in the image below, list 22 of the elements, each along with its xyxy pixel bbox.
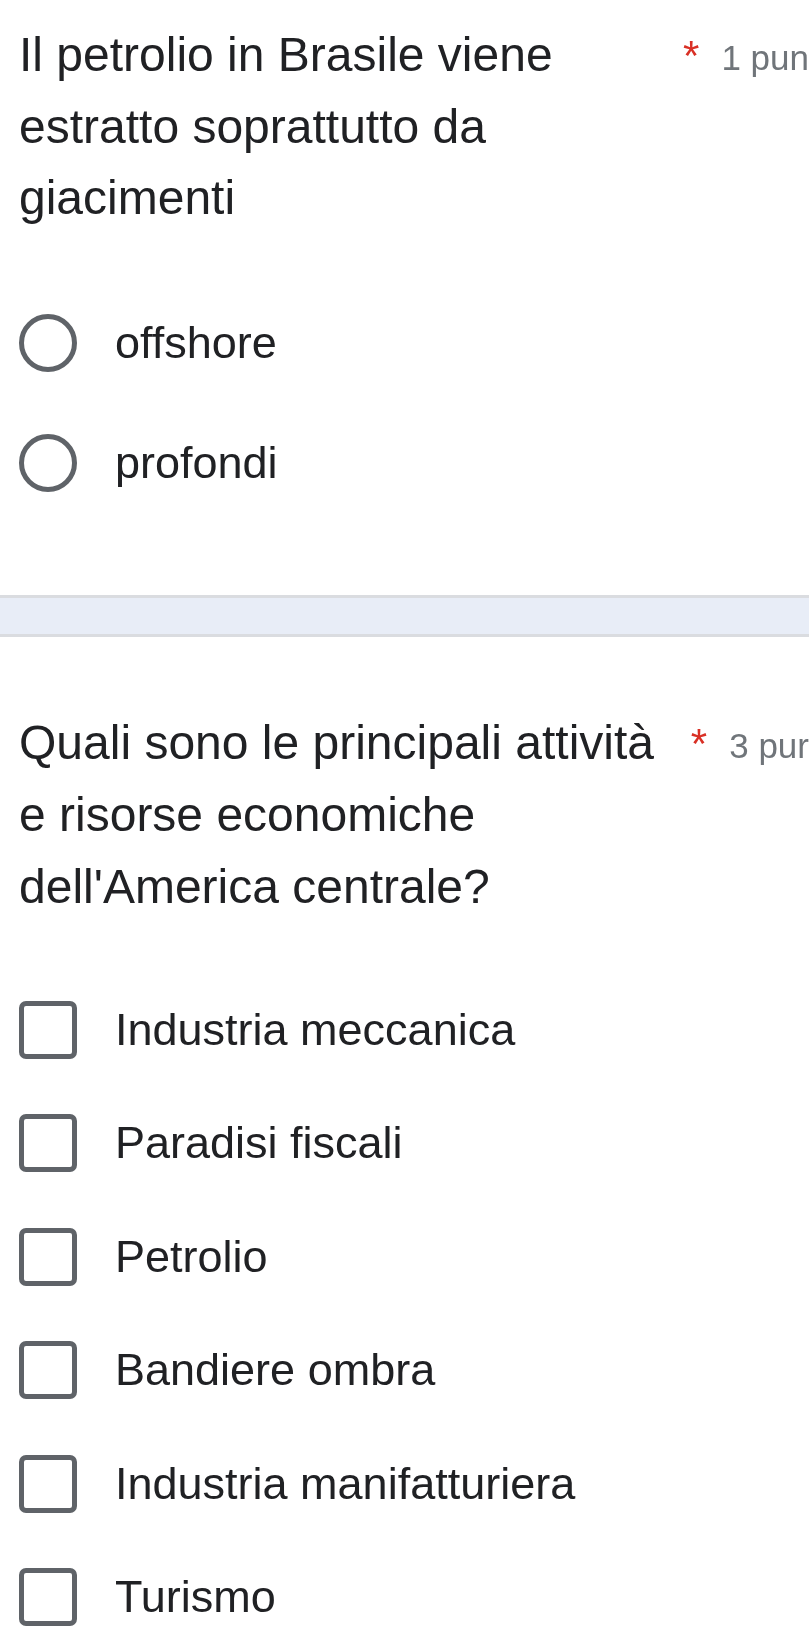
option-label[interactable]: Turismo [115,1568,276,1626]
points-label: 1 pun [721,40,809,75]
question-title: Quali sono le principali attività e risorse economiche dell'America centrale? [19,714,655,915]
option-label[interactable]: offshore [115,313,277,372]
points-label: 3 pur [729,727,809,763]
checkbox[interactable] [19,1227,77,1286]
checkbox[interactable] [19,1000,77,1059]
checkbox[interactable] [19,1568,77,1626]
option-label[interactable]: Bandiere ombra [115,1341,436,1399]
option-label[interactable]: Industria manifatturiera [115,1454,576,1513]
checkbox[interactable] [19,1114,77,1172]
question-title: Il petrolio in Brasile viene estratto soprattutto da giacimenti [19,27,554,226]
required-mark: * [683,35,700,77]
option-label[interactable]: Petrolio [115,1227,268,1286]
required-mark: * [690,722,708,765]
option-label[interactable]: Paradisi fiscali [115,1114,403,1172]
option-label[interactable]: Industria meccanica [115,1000,516,1059]
radio-button[interactable] [19,313,77,372]
option-label[interactable]: profondi [115,433,278,492]
checkbox[interactable] [19,1341,77,1399]
checkbox[interactable] [19,1454,77,1513]
radio-button[interactable] [19,433,77,492]
